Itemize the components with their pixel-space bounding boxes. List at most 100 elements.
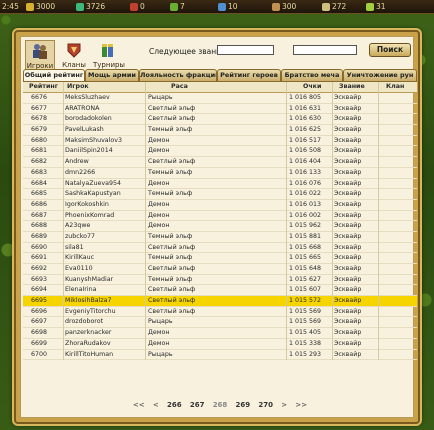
resource-bar: 2:45 3000 3726 0 7 10 300 272 31 <box>0 0 434 14</box>
tab-sword-brotherhood[interactable]: Братство меча <box>281 69 343 81</box>
cell-rank: 6681 <box>31 147 48 155</box>
cell-player[interactable]: SashkaKapustyan <box>65 189 121 200</box>
cell-player[interactable]: sila81 <box>65 243 84 254</box>
table-row[interactable]: 6698 panzerknacker Демон 1 015 405 Эсквайр <box>23 328 417 339</box>
col-clan[interactable]: Клан <box>386 82 404 93</box>
gold-coin-icon <box>26 2 34 11</box>
cell-player[interactable]: PhoenixKomrad <box>65 211 114 222</box>
tab-army-power[interactable]: Мощь армии <box>85 69 139 81</box>
cell-player[interactable]: A23qwe <box>65 221 90 232</box>
col-player[interactable]: Игрок <box>67 82 89 93</box>
tab-faction-loyalty[interactable]: Лояльность фракции <box>139 69 217 81</box>
cell-title: Эсквайр <box>334 179 362 187</box>
cell-player[interactable]: MeksSluzhaev <box>65 93 110 104</box>
resource-energy[interactable]: 31 <box>366 2 386 11</box>
cell-player[interactable]: KirillKauc <box>65 253 94 264</box>
table-row-current-player[interactable]: 6695 MiklosihBalza7 Светлый эльф 1 015 572 Э… <box>23 296 417 307</box>
next-title-field[interactable] <box>217 45 274 55</box>
cell-player[interactable]: zubcko77 <box>65 232 95 243</box>
resource-crystals[interactable]: 10 <box>218 2 238 11</box>
table-row[interactable]: 6676 MeksSluzhaev Рыцарь 1 016 805 Эсквайр <box>23 93 417 104</box>
table-row[interactable]: 6691 KirillKauc Темный эльф 1 015 665 Эсквай… <box>23 253 417 264</box>
cell-player[interactable]: IgorKokoshkin <box>65 200 109 211</box>
resource-herbs[interactable]: 7 <box>170 2 185 11</box>
tab-rune-destruction[interactable]: Уничтожение рун <box>343 69 417 81</box>
table-row[interactable]: 6677 ARATRONA Светлый эльф 1 016 631 Эсквайр <box>23 104 417 115</box>
resource-value: 10 <box>228 2 238 11</box>
cell-player[interactable]: Eva0110 <box>65 264 93 275</box>
cell-player[interactable]: PavelLukash <box>65 125 104 136</box>
cell-player[interactable]: drozdoborot <box>65 317 103 328</box>
col-points[interactable]: Очки <box>303 82 321 93</box>
table-row[interactable]: 6693 KuanyshMadiar Темный эльф 1 015 627 Эск… <box>23 275 417 286</box>
energy-icon <box>366 2 374 11</box>
table-row[interactable]: 6686 IgorKokoshkin Демон 1 016 013 Эсквайр <box>23 200 417 211</box>
resource-gold[interactable]: 3000 <box>26 2 55 11</box>
cell-player[interactable]: EvgeniyTitorchu <box>65 307 116 318</box>
cell-rank: 6689 <box>31 232 48 240</box>
cell-player[interactable]: KirillTitoHuman <box>65 350 113 361</box>
table-row[interactable]: 6697 drozdoborot Рыцарь 1 015 569 Эсквайр <box>23 317 417 329</box>
resource-army[interactable]: 272 <box>322 2 346 11</box>
table-row[interactable]: 6684 NatalyaZueva954 Демон 1 016 076 Эсквайр <box>23 179 417 190</box>
clock-time: 2:45 <box>2 2 19 11</box>
table-header: Рейтинг Игрок Раса Очки Звание Клан <box>23 82 417 93</box>
cell-player[interactable]: KuanyshMadiar <box>65 275 113 286</box>
cell-player[interactable]: MiklosihBalza7 <box>65 296 112 307</box>
cell-points: 1 015 569 <box>289 307 322 315</box>
table-row[interactable]: 6694 ElenaIrina Светлый эльф 1 015 607 Эсква… <box>23 285 417 297</box>
cell-player[interactable]: borodadokolen <box>65 114 112 125</box>
col-race[interactable]: Раса <box>171 82 188 93</box>
tab-hero-rating[interactable]: Рейтинг героев <box>217 69 281 81</box>
pager-page[interactable]: 267 <box>190 401 205 409</box>
cell-points: 1 015 569 <box>289 318 322 326</box>
cell-player[interactable]: Andrew <box>65 157 89 168</box>
table-row[interactable]: 6681 DaniilSpin2014 Демон 1 016 508 Эсквайр <box>23 146 417 158</box>
pager-first[interactable]: << <box>133 401 145 409</box>
table-row[interactable]: 6678 borodadokolen Светлый эльф 1 016 630 Эс… <box>23 114 417 126</box>
cell-player[interactable]: ElenaIrina <box>65 285 97 296</box>
ore-icon <box>272 2 280 11</box>
resource-gems[interactable]: 3726 <box>76 2 105 11</box>
cell-player[interactable]: MaksimShuvalov3 <box>65 136 122 147</box>
pager-last[interactable]: >> <box>295 401 307 409</box>
cell-player[interactable]: NatalyaZueva954 <box>65 179 121 190</box>
cell-rank: 6695 <box>31 297 48 305</box>
table-row[interactable]: 6682 Andrew Светлый эльф 1 016 404 Эсквайр <box>23 157 417 168</box>
tab-overall[interactable]: Общий рейтинг <box>23 69 85 81</box>
col-rank[interactable]: Рейтинг <box>29 82 58 93</box>
pager-page[interactable]: 270 <box>258 401 273 409</box>
table-row[interactable]: 6683 dmn2266 Темный эльф 1 016 133 Эсквайр <box>23 168 417 179</box>
table-row[interactable]: 6690 sila81 Светлый эльф 1 015 668 Эсквайр <box>23 243 417 254</box>
table-row[interactable]: 6685 SashkaKapustyan Темный эльф 1 016 022 Э… <box>23 189 417 200</box>
table-row[interactable]: 6689 zubcko77 Темный эльф 1 015 881 Эсквайр <box>23 232 417 243</box>
cell-player[interactable]: ARATRONA <box>65 104 99 115</box>
cell-points: 1 016 076 <box>289 179 322 187</box>
cell-player[interactable]: DaniilSpin2014 <box>65 146 113 157</box>
pager-next[interactable]: > <box>281 401 287 409</box>
cell-points: 1 016 002 <box>289 211 322 219</box>
search-button[interactable]: Поиск <box>369 43 411 57</box>
search-input[interactable] <box>293 45 357 55</box>
nav-tournaments[interactable]: Турниры <box>93 40 125 70</box>
cell-player[interactable]: dmn2266 <box>65 168 95 179</box>
table-row[interactable]: 6680 MaksimShuvalov3 Демон 1 016 517 Эсквайр <box>23 136 417 147</box>
pager-page[interactable]: 269 <box>236 401 251 409</box>
nav-players[interactable]: Игроки <box>25 40 55 70</box>
nav-clans[interactable]: Кланы <box>59 40 89 70</box>
table-row[interactable]: 6699 ZhoraRudakov Демон 1 015 338 Эсквайр <box>23 339 417 350</box>
resource-potions[interactable]: 0 <box>130 2 145 11</box>
table-row[interactable]: 6692 Eva0110 Светлый эльф 1 015 648 Эсквайр <box>23 264 417 275</box>
table-row[interactable]: 6696 EvgeniyTitorchu Светлый эльф 1 015 569… <box>23 307 417 318</box>
table-row[interactable]: 6679 PavelLukash Темный эльф 1 016 625 Эсква… <box>23 125 417 136</box>
resource-ore[interactable]: 300 <box>272 2 296 11</box>
table-row[interactable]: 6700 KirillTitoHuman Рыцарь 1 015 293 Эсквай… <box>23 350 417 361</box>
col-title[interactable]: Звание <box>339 82 365 93</box>
pager-prev[interactable]: < <box>153 401 159 409</box>
cell-player[interactable]: ZhoraRudakov <box>65 339 111 350</box>
cell-player[interactable]: panzerknacker <box>65 328 111 339</box>
pager-page[interactable]: 266 <box>167 401 182 409</box>
table-row[interactable]: 6687 PhoenixKomrad Демон 1 016 002 Эсквайр <box>23 211 417 222</box>
table-row[interactable]: 6688 A23qwe Демон 1 015 962 Эсквайр <box>23 221 417 232</box>
cell-rank: 6688 <box>31 222 48 230</box>
